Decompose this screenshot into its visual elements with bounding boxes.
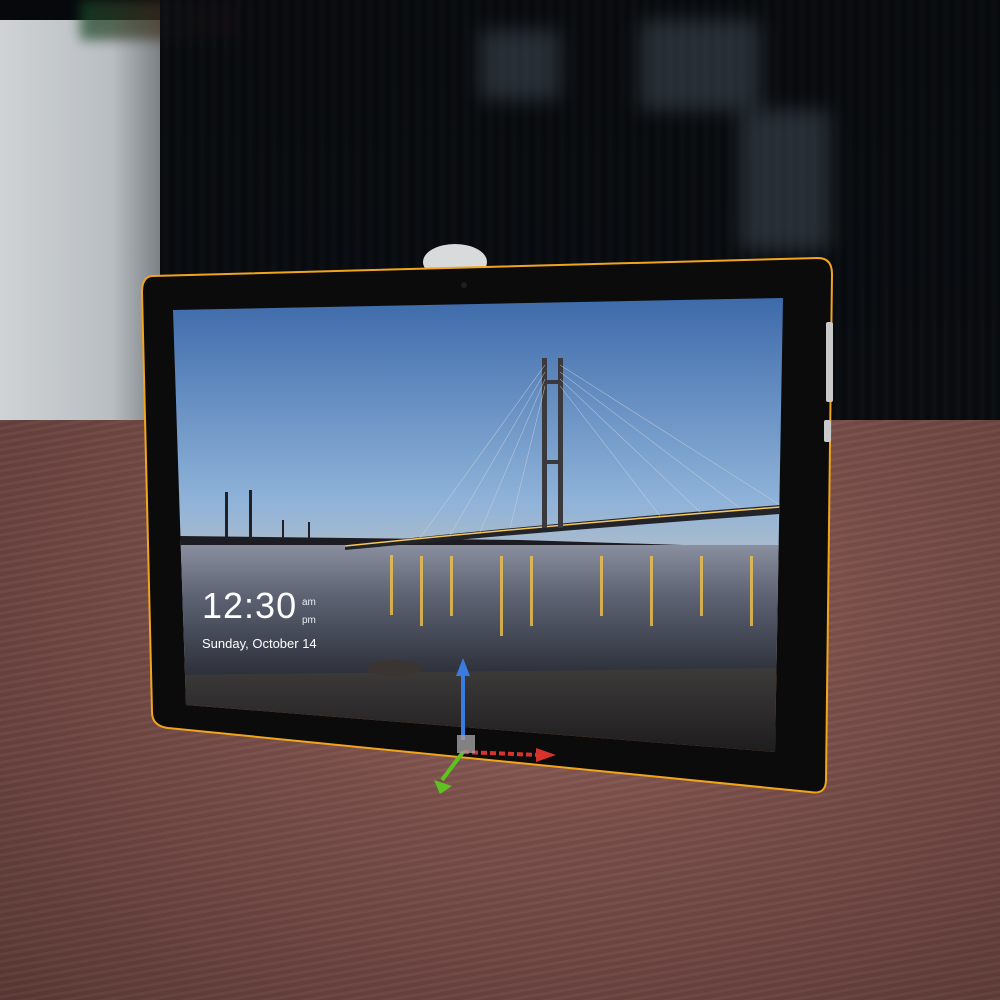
volume-button[interactable] bbox=[826, 322, 833, 402]
lock-screen-wallpaper bbox=[173, 298, 783, 752]
camera-icon bbox=[461, 282, 467, 288]
am-label: am bbox=[302, 597, 316, 608]
pm-label: pm bbox=[302, 615, 316, 626]
lock-screen-time: 12:30 bbox=[202, 585, 298, 626]
lock-screen-ampm: am pm bbox=[302, 594, 316, 630]
power-button[interactable] bbox=[824, 420, 831, 442]
tablet-device[interactable] bbox=[0, 0, 1000, 1000]
lock-screen-date: Sunday, October 14 bbox=[202, 636, 317, 651]
